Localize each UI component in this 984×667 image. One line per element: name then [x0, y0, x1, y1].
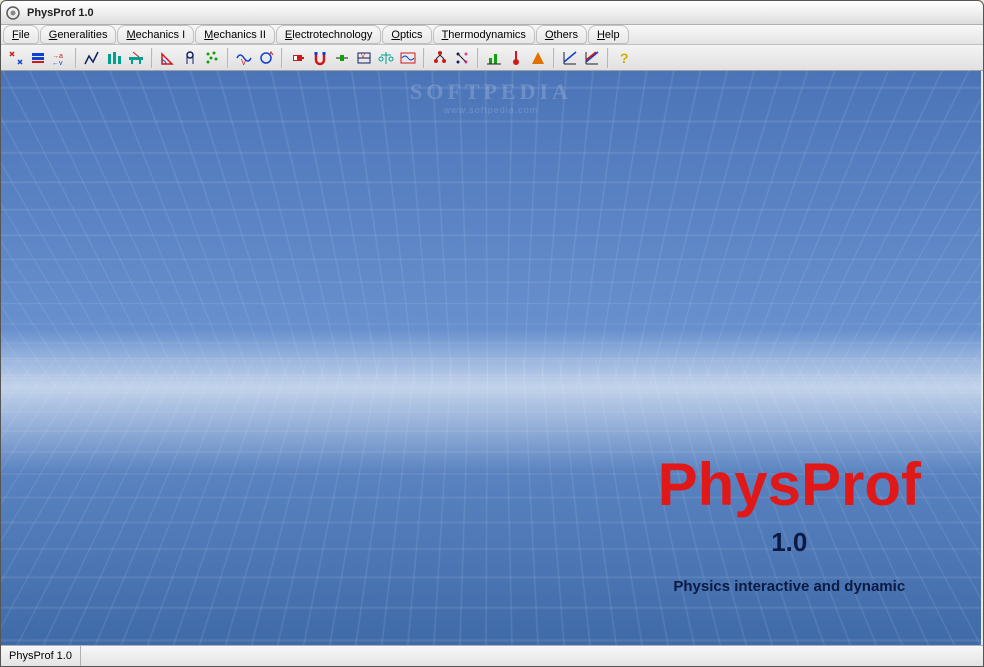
menu-file[interactable]: File — [3, 25, 39, 44]
content-area: SOFTPEDIA www.softpedia.com PhysProf 1.0… — [1, 71, 981, 645]
angle-ruler-button[interactable] — [157, 47, 179, 69]
cluster-dots-icon — [204, 50, 220, 66]
menu-mechanics-i[interactable]: Mechanics I — [117, 25, 194, 44]
slope-blue-icon — [562, 50, 578, 66]
stack-blue-icon — [30, 50, 46, 66]
svg-text:V: V — [241, 58, 247, 66]
cycle-graph-icon — [258, 50, 274, 66]
tree-red-icon — [432, 50, 448, 66]
mountain-graph-icon — [84, 50, 100, 66]
pillars-icon — [106, 50, 122, 66]
nodes-small-icon — [454, 50, 470, 66]
stack-blue-button[interactable] — [27, 47, 49, 69]
voltmeter-button[interactable]: V — [353, 47, 375, 69]
cycle-graph-button[interactable] — [255, 47, 277, 69]
tree-red-button[interactable] — [429, 47, 451, 69]
toolbar-separator — [423, 48, 425, 68]
help-icon: ? — [616, 50, 632, 66]
svg-text:V: V — [361, 54, 365, 60]
splash-panel: PhysProf 1.0 Physics interactive and dyn… — [658, 450, 921, 595]
pillars-button[interactable] — [103, 47, 125, 69]
toolbar-separator — [151, 48, 153, 68]
waveform-box-button[interactable] — [397, 47, 419, 69]
nodes-small-button[interactable] — [451, 47, 473, 69]
window-title: PhysProf 1.0 — [27, 7, 94, 19]
menu-generalities[interactable]: Generalities — [40, 25, 117, 44]
voltmeter-icon: V — [356, 50, 372, 66]
menu-help[interactable]: Help — [588, 25, 629, 44]
triangle-orange-icon — [530, 50, 546, 66]
bridge-button[interactable] — [125, 47, 147, 69]
slider-green-button[interactable] — [331, 47, 353, 69]
app-icon — [5, 5, 21, 21]
svg-text:→a: →a — [52, 53, 63, 60]
slope-double-button[interactable] — [581, 47, 603, 69]
mountain-graph-button[interactable] — [81, 47, 103, 69]
convert-av-icon: →a←v — [52, 50, 68, 66]
menu-mechanics-ii[interactable]: Mechanics II — [195, 25, 275, 44]
slope-double-icon — [584, 50, 600, 66]
toolbar-separator — [553, 48, 555, 68]
pulley-icon — [182, 50, 198, 66]
pulley-button[interactable] — [179, 47, 201, 69]
slider-green-icon — [334, 50, 350, 66]
triangle-orange-button[interactable] — [527, 47, 549, 69]
help-button[interactable]: ? — [613, 47, 635, 69]
balance-teal-icon — [378, 50, 394, 66]
toolbar-separator — [607, 48, 609, 68]
balance-teal-button[interactable] — [375, 47, 397, 69]
svg-text:?: ? — [620, 50, 629, 66]
menu-optics[interactable]: Optics — [382, 25, 431, 44]
toolbar-separator — [75, 48, 77, 68]
arrows-converge-button[interactable] — [5, 47, 27, 69]
watermark-text: SOFTPEDIA — [410, 79, 572, 105]
statusbar-text: PhysProf 1.0 — [1, 646, 81, 666]
watermark-url: www.softpedia.com — [410, 105, 572, 115]
menu-others[interactable]: Others — [536, 25, 587, 44]
splash-tagline: Physics interactive and dynamic — [658, 578, 921, 595]
toolbar-separator — [477, 48, 479, 68]
magnet-button[interactable] — [309, 47, 331, 69]
thermometer-button[interactable] — [505, 47, 527, 69]
battery-icon — [290, 50, 306, 66]
wave-v-button[interactable]: V — [233, 47, 255, 69]
titlebar: PhysProf 1.0 — [1, 1, 983, 25]
bar-green-button[interactable] — [483, 47, 505, 69]
arrows-converge-icon — [8, 50, 24, 66]
splash-version: 1.0 — [658, 527, 921, 558]
slope-blue-button[interactable] — [559, 47, 581, 69]
svg-text:←v: ←v — [52, 60, 63, 66]
toolbar-separator — [281, 48, 283, 68]
angle-ruler-icon — [160, 50, 176, 66]
cluster-dots-button[interactable] — [201, 47, 223, 69]
menu-electrotechnology[interactable]: Electrotechnology — [276, 25, 381, 44]
bridge-icon — [128, 50, 144, 66]
splash-brand: PhysProf — [658, 450, 921, 519]
bar-green-icon — [486, 50, 502, 66]
statusbar: PhysProf 1.0 — [1, 645, 983, 666]
thermometer-icon — [508, 50, 524, 66]
waveform-box-icon — [400, 50, 416, 66]
menu-thermodynamics[interactable]: Thermodynamics — [433, 25, 535, 44]
toolbar-separator — [227, 48, 229, 68]
watermark: SOFTPEDIA www.softpedia.com — [410, 79, 572, 115]
toolbar: →a←v V V? — [1, 45, 983, 71]
menubar: FileGeneralitiesMechanics IMechanics IIE… — [1, 25, 983, 45]
wave-v-icon: V — [236, 50, 252, 66]
convert-av-button[interactable]: →a←v — [49, 47, 71, 69]
battery-button[interactable] — [287, 47, 309, 69]
magnet-icon — [312, 50, 328, 66]
